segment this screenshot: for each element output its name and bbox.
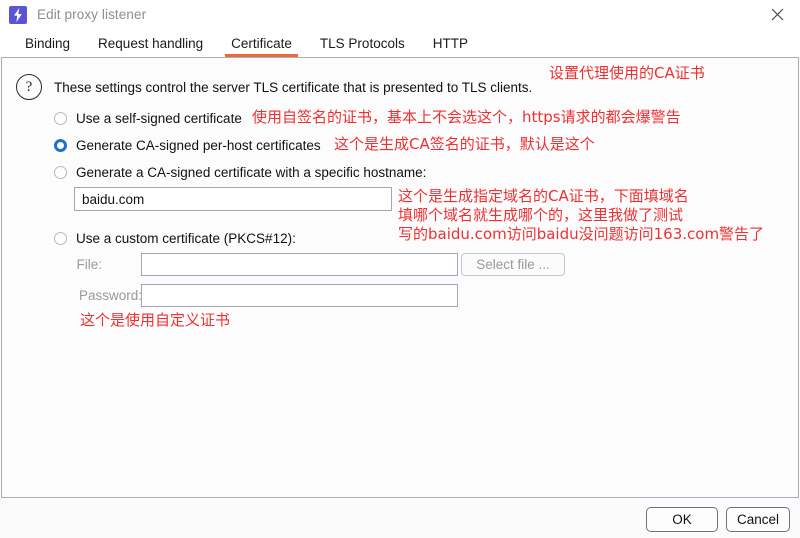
annotation-hostname-line-2: 填哪个域名就生成哪个的，这里我做了测试 [398, 206, 684, 224]
tab-http[interactable]: HTTP [419, 29, 482, 57]
radio-indicator-specific-hostname [54, 166, 67, 179]
annotation-hostname-line-1: 这个是生成指定域名的CA证书，下面填域名 [398, 187, 689, 205]
tab-binding[interactable]: Binding [11, 29, 84, 57]
burp-lightning-icon [9, 5, 27, 24]
hostname-input[interactable]: baidu.com [74, 187, 392, 211]
file-input[interactable] [141, 253, 458, 276]
radio-generate-ca-signed-per-host[interactable]: Generate CA-signed per-host certificates [54, 138, 321, 153]
tab-request-handling[interactable]: Request handling [84, 29, 217, 57]
ok-button-label: OK [672, 512, 692, 527]
annotation-hostname-line-3: 写的baidu.com访问baidu没问题访问163.com警告了 [398, 225, 765, 243]
annotation-ca-signed: 这个是生成CA签名的证书，默认是这个 [334, 135, 595, 153]
file-label: File: [76, 257, 102, 272]
radio-label-ca-signed-per-host: Generate CA-signed per-host certificates [76, 138, 321, 153]
tab-binding-label: Binding [25, 35, 71, 51]
radio-indicator-ca-signed-per-host [54, 139, 67, 152]
cancel-button[interactable]: Cancel [726, 507, 790, 532]
radio-indicator-self-signed [54, 112, 67, 125]
radio-label-specific-hostname: Generate a CA-signed certificate with a … [76, 165, 427, 180]
radio-use-self-signed-certificate[interactable]: Use a self-signed certificate [54, 111, 242, 126]
hostname-input-value: baidu.com [82, 191, 145, 207]
radio-indicator-custom-certificate [54, 232, 67, 245]
ok-button[interactable]: OK [646, 507, 718, 532]
annotation-self-signed: 使用自签名的证书，基本上不会选这个，https请求的都会爆警告 [252, 108, 681, 126]
settings-description: These settings control the server TLS ce… [54, 79, 533, 95]
cancel-button-label: Cancel [736, 512, 780, 527]
title-bar: Edit proxy listener [0, 0, 800, 29]
dialog-footer: OK Cancel [0, 498, 800, 538]
window-title: Edit proxy listener [37, 7, 147, 22]
radio-use-custom-certificate[interactable]: Use a custom certificate (PKCS#12): [54, 231, 296, 246]
annotation-top: 设置代理使用的CA证书 [549, 64, 705, 82]
password-input[interactable] [141, 284, 458, 307]
annotation-custom-certificate: 这个是使用自定义证书 [80, 311, 231, 329]
close-icon[interactable] [754, 0, 800, 29]
tab-tls-protocols-label: TLS Protocols [319, 35, 405, 51]
tab-request-handling-label: Request handling [98, 35, 204, 51]
radio-label-custom-certificate: Use a custom certificate (PKCS#12): [76, 231, 296, 246]
edit-proxy-listener-dialog: Edit proxy listener Binding Request hand… [0, 0, 800, 538]
select-file-button[interactable]: Select file ... [461, 253, 565, 276]
password-label: Password: [78, 288, 142, 303]
tab-tls-protocols[interactable]: TLS Protocols [306, 29, 419, 57]
tab-certificate[interactable]: Certificate [217, 29, 306, 57]
radio-label-self-signed: Use a self-signed certificate [76, 111, 242, 126]
radio-generate-ca-signed-specific-hostname[interactable]: Generate a CA-signed certificate with a … [54, 165, 426, 180]
tab-certificate-label: Certificate [231, 35, 292, 51]
tab-bar: Binding Request handling Certificate TLS… [0, 29, 800, 57]
select-file-button-label: Select file ... [476, 257, 550, 272]
question-mark-icon[interactable]: ? [16, 74, 42, 100]
help-row: ? These settings control the server TLS … [16, 74, 532, 100]
tab-http-label: HTTP [432, 35, 468, 51]
